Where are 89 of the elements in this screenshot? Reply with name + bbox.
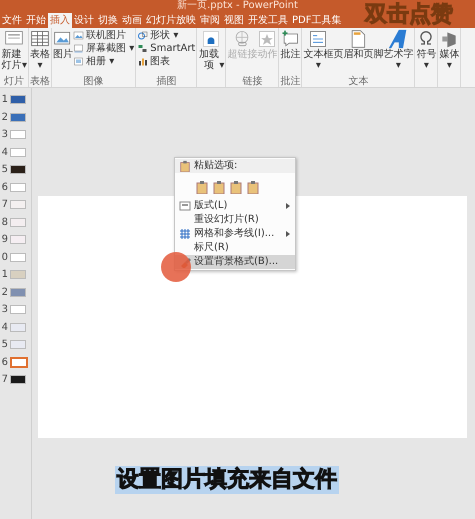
group-label: 灯片 [3,76,26,87]
slide-number: 7 [0,198,8,212]
slide-thumbnail[interactable] [10,95,26,104]
slide-thumbnail[interactable] [10,375,26,384]
shapes-icon [137,30,150,42]
slide-number: 1 [0,93,8,108]
menu-item[interactable]: 网格和参考线(I)... [175,227,295,241]
ribbon-button[interactable]: 屏幕截图 ▾ [73,42,134,55]
ribbon-tab[interactable]: 审阅 [198,13,222,28]
ribbon-tab[interactable]: 插入 [48,13,72,28]
ribbon-button[interactable]: 相册 ▾ [73,55,134,68]
slide-thumbnail[interactable] [10,356,28,368]
slide-thumbnail[interactable] [10,270,26,280]
ribbon-button[interactable]: 页眉和页脚 [333,29,384,76]
slide-number: 0 [0,250,8,265]
ribbon-button[interactable]: 加载项 ▾ [198,29,224,87]
ribbon-button[interactable]: 新建灯片▾ [1,29,28,76]
slide-number: 2 [0,110,8,125]
ribbon-button[interactable]: SmartArt [137,42,196,55]
ribbon-button[interactable]: 批注 [280,29,300,76]
ribbon-button[interactable]: 形状 ▾ [137,29,196,42]
ribbon-tab[interactable]: 文件 [0,13,24,28]
slide-number: 3 [0,128,8,142]
slide-thumbnail[interactable] [10,235,26,244]
group-label: 批注 [280,76,300,87]
ribbon-button[interactable]: 表格 ▾ [30,29,50,76]
slide-thumbnail[interactable] [10,112,26,122]
clipboard-icon [229,180,243,194]
ribbon-button[interactable]: 文本框 ▾ [303,29,334,76]
slide-number: 7 [0,373,8,388]
group-label: 插图 [155,76,178,87]
group-label: 链接 [241,76,264,87]
group-label: 表格 [30,76,50,87]
menu-item[interactable]: 重设幻灯片(R) [175,213,295,227]
ribbon-tab[interactable]: 开始 [24,13,48,28]
slide-number: 8 [0,216,8,230]
subtitle-text: 设置图片填充来自文件 [115,466,339,494]
slide-number: 5 [0,338,8,352]
sticker-text: 双击点赞 [365,3,453,27]
menu-header: 粘贴选项: [194,159,238,173]
group-label: 文本 [347,76,370,87]
album-icon [73,56,86,68]
ribbon-button[interactable]: 符号 ▾ [416,29,436,87]
submenu-arrow-icon [285,231,291,237]
smartart-icon [137,42,150,54]
slide-thumbnail[interactable] [10,182,26,192]
clipboard-icon [212,180,226,194]
slide-thumbnail[interactable] [10,322,26,332]
menu-item[interactable]: 版式(L) [175,199,295,213]
slide-number: 3 [0,303,8,318]
slide-number: 1 [0,268,8,282]
wordart-icon [388,29,408,49]
slide-number: 5 [0,163,8,178]
slide-number: 9 [0,233,8,248]
slide-thumbnail[interactable] [10,148,26,157]
group-label: 图像 [82,76,105,87]
layout-icon [179,200,191,212]
ribbon-tab[interactable]: PDF工具集 [290,13,344,28]
clipboard-icon [195,180,209,194]
slide-thumbnail[interactable] [10,252,26,262]
slide-thumbnail[interactable] [10,305,26,314]
ribbon-button[interactable]: 媒体 ▾ [439,29,460,87]
ribbon-tab[interactable]: 切换 [96,13,120,28]
slide-thumbnail[interactable] [10,340,26,350]
slide-thumbnail[interactable] [10,130,26,140]
ribbon-button[interactable]: 艺术字 ▾ [383,29,414,76]
slide-number: 6 [0,180,8,195]
ribbon-button[interactable]: 联机图片 [73,29,134,42]
slide-number: 4 [0,320,8,335]
slide-thumbnail[interactable] [10,165,26,174]
clipboard-icon [246,180,260,194]
ribbon-tab[interactable]: 开发工具 [246,13,290,28]
slide-thumbnail[interactable] [10,200,26,210]
ribbon-tab[interactable]: 动画 [120,13,144,28]
ribbon-tab[interactable]: 幻灯片放映 [144,13,198,28]
slide-number: 6 [0,356,8,370]
slide-number: 4 [0,146,8,160]
clipboard-icon [179,160,191,172]
submenu-arrow-icon [285,203,291,209]
chart-icon [137,56,150,68]
slide-thumbnail[interactable] [10,218,26,227]
ribbon-button[interactable]: 图表 [137,55,196,68]
slide-number: 2 [0,286,8,300]
ribbon-tab[interactable]: 设计 [72,13,96,28]
grid-icon [179,228,191,240]
ribbon-tab[interactable]: 视图 [222,13,246,28]
screenshot-icon [73,42,86,54]
menu-item[interactable]: 标尺(R) [175,241,295,255]
slide-thumbnail[interactable] [10,288,26,297]
